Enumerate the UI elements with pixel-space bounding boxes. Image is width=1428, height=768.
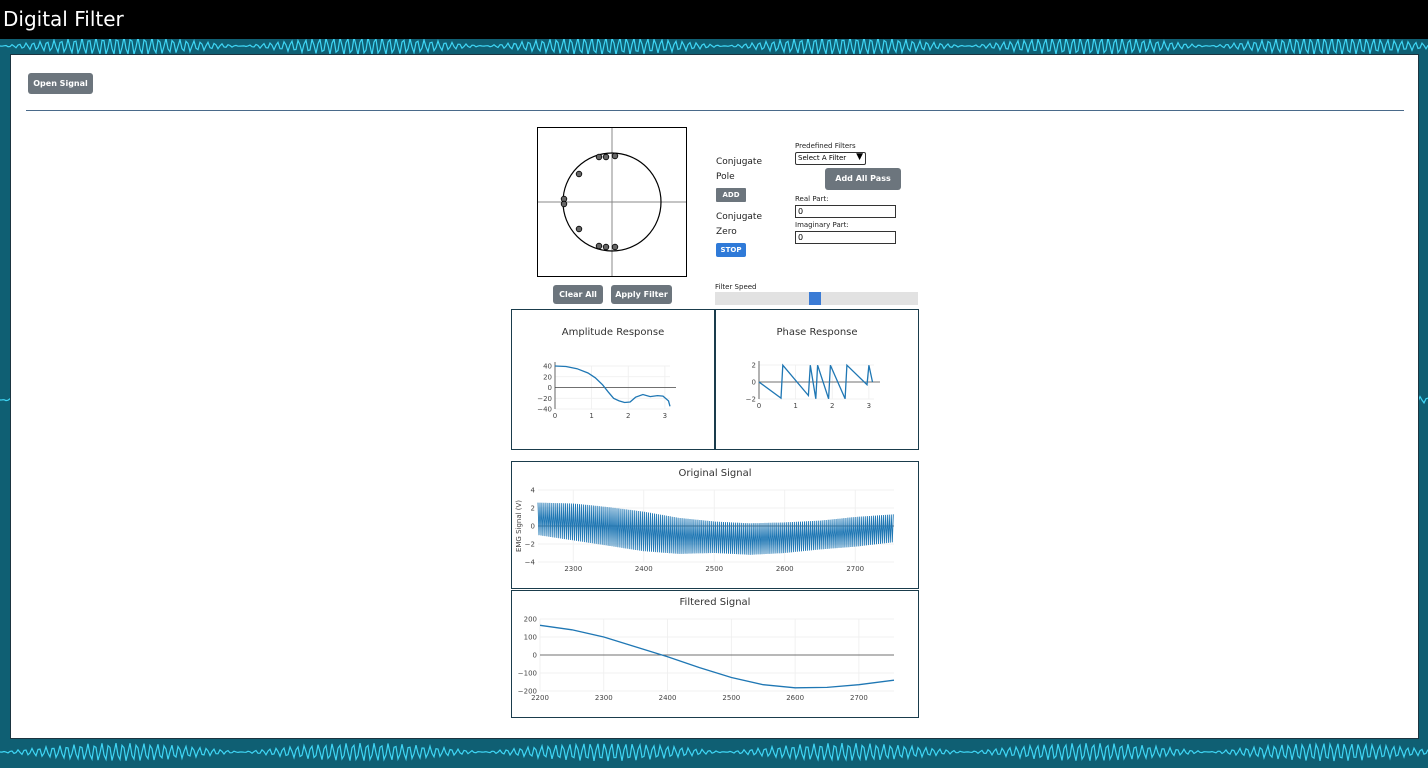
add-button[interactable]: ADD — [716, 188, 746, 202]
y-tick-label: 0 — [531, 523, 535, 531]
amplitude-line — [554, 365, 671, 407]
y-tick-label: 2 — [531, 505, 535, 513]
main-panel: Open Signal Conjugate Pole ADD Conjugate… — [10, 54, 1419, 739]
filtered-signal-line — [539, 624, 895, 689]
zero-marker[interactable] — [560, 200, 568, 208]
y-tick-label: 40 — [543, 363, 552, 371]
imaginary-part-input[interactable]: 0 — [795, 231, 896, 244]
zero-marker[interactable] — [611, 243, 619, 251]
zero-marker[interactable] — [595, 153, 603, 161]
phase-response-chart: 20−20 1 2 3 — [746, 361, 880, 410]
y-tick-label: 4 — [531, 487, 536, 495]
y-tick-label: 100 — [524, 634, 537, 642]
x-tick-label: 2400 — [659, 694, 677, 702]
amplitude-response-chart: 40200−20−400 1 2 3 — [537, 362, 676, 420]
x-tick-label: 3 — [867, 402, 871, 410]
original-signal-line — [537, 502, 894, 555]
conjugate-pole-label: Conjugate Pole — [716, 155, 762, 185]
x-tick-label: 2 — [626, 412, 630, 420]
zero-marker[interactable] — [575, 225, 583, 233]
y-tick-label: 2 — [752, 362, 756, 370]
conjugate-pole-text-2: Pole — [716, 172, 735, 182]
x-tick-label: 2700 — [850, 694, 868, 702]
z-plane-box[interactable] — [537, 127, 687, 277]
imaginary-part-label: Imaginary Part: — [795, 221, 849, 229]
x-tick-label: 1 — [589, 412, 593, 420]
real-part-label: Real Part: — [795, 195, 829, 203]
open-signal-button[interactable]: Open Signal — [28, 73, 93, 94]
y-tick-label: 0 — [548, 384, 552, 392]
x-tick-label: 2700 — [846, 565, 864, 573]
zero-marker[interactable] — [611, 152, 619, 160]
x-tick-label: 2200 — [531, 694, 549, 702]
z-plane-svg[interactable] — [538, 128, 686, 276]
slider-thumb[interactable] — [808, 292, 821, 305]
y-tick-label: −40 — [537, 406, 552, 414]
x-tick-label: 2600 — [776, 565, 794, 573]
x-tick-label: 0 — [553, 412, 557, 420]
x-tick-label: 2500 — [705, 565, 723, 573]
filter-select[interactable]: Select A Filter ▼ — [795, 152, 866, 165]
filtered-signal-chart: 2001000−100−2002200 2300 2400 2500 2600 2700 — [518, 616, 895, 702]
add-all-pass-button[interactable]: Add All Pass — [825, 168, 901, 190]
amplitude-response-box: Amplitude Response 40 20 0 −20 −40 0 1 2 3 — [511, 309, 715, 450]
y-tick-label: −4 — [525, 559, 536, 567]
chevron-down-icon: ▼ — [856, 152, 863, 162]
filter-speed-label: Filter Speed — [715, 283, 757, 291]
conjugate-zero-label: Conjugate Zero — [716, 210, 762, 240]
x-tick-label: 0 — [757, 402, 761, 410]
y-tick-label: −2 — [525, 541, 535, 549]
y-tick-label: 20 — [543, 373, 552, 381]
y-axis-label: EMG Signal (V) — [515, 500, 523, 552]
conjugate-zero-text-2: Zero — [716, 227, 737, 237]
real-part-input[interactable]: 0 — [795, 205, 896, 218]
zero-marker[interactable] — [595, 242, 603, 250]
x-tick-label: 2300 — [564, 565, 582, 573]
phase-response-box: Phase Response 2 0 −2 0 1 2 3 — [715, 309, 919, 450]
x-tick-label: 2400 — [635, 565, 653, 573]
y-tick-label: −2 — [746, 396, 756, 404]
zero-marker[interactable] — [602, 153, 610, 161]
apply-filter-button[interactable]: Apply Filter — [611, 285, 672, 304]
x-tick-label: 1 — [793, 402, 797, 410]
x-tick-label: 2500 — [722, 694, 740, 702]
filter-speed-slider[interactable] — [715, 292, 918, 305]
y-tick-label: −100 — [518, 670, 537, 678]
original-signal-chart: 4 2 0 −2 −4 2300 2400 2500 2600 2700 EMG Signal (V… — [515, 487, 894, 573]
conjugate-zero-text-1: Conjugate — [716, 212, 762, 222]
original-signal-box: Original Signal 4 2 0 −2 −4 2300 2400 2500 2600 2… — [511, 461, 919, 589]
conjugate-pole-text-1: Conjugate — [716, 157, 762, 167]
predefined-filters-label: Predefined Filters — [795, 142, 856, 150]
y-tick-label: 200 — [524, 616, 537, 624]
app-title: Digital Filter — [3, 7, 124, 31]
zero-marker[interactable] — [602, 243, 610, 251]
x-tick-label: 3 — [663, 412, 667, 420]
filter-select-value: Select A Filter — [798, 154, 847, 162]
divider — [26, 110, 1404, 111]
app-header: Digital Filter — [0, 0, 1428, 39]
clear-all-button[interactable]: Clear All — [553, 285, 603, 304]
y-tick-label: −20 — [537, 395, 552, 403]
x-tick-label: 2 — [830, 402, 834, 410]
y-tick-label: 0 — [533, 652, 537, 660]
filtered-signal-box: Filtered Signal 200 100 0 −100 −200 2200 2300 2… — [511, 590, 919, 718]
x-tick-label: 2300 — [595, 694, 613, 702]
zero-marker[interactable] — [575, 170, 583, 178]
y-tick-label: 0 — [752, 379, 756, 387]
x-tick-label: 2600 — [786, 694, 804, 702]
stop-button[interactable]: STOP — [716, 243, 746, 257]
